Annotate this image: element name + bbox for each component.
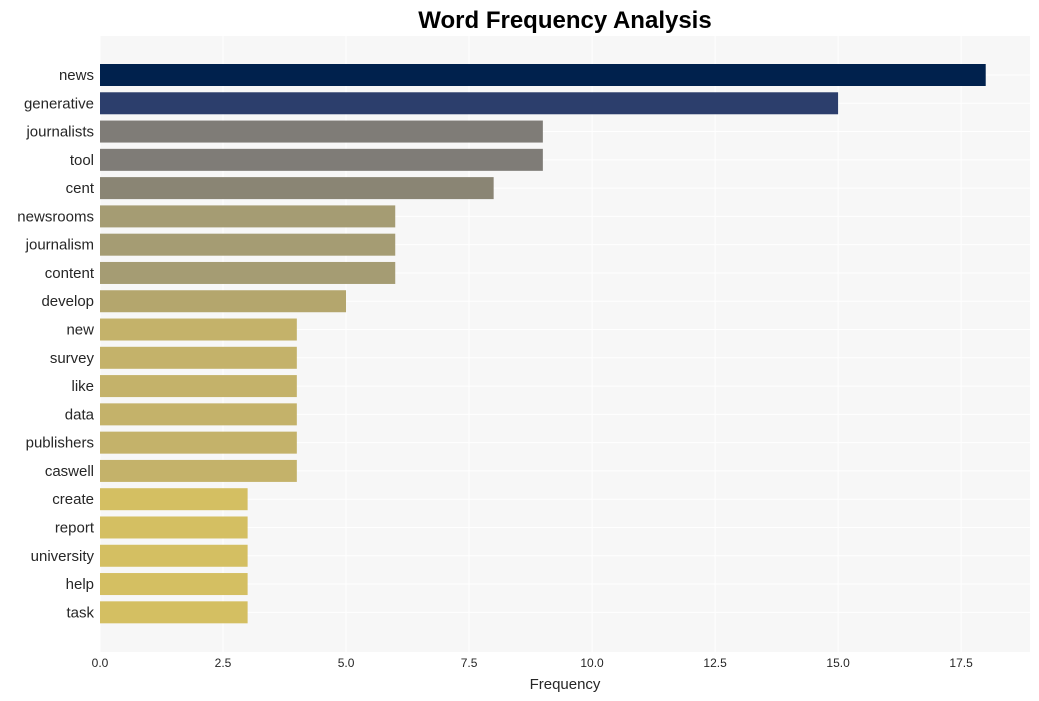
y-tick-label: report xyxy=(55,519,95,536)
y-tick-label: develop xyxy=(41,293,94,310)
bar-develop xyxy=(100,290,347,313)
y-tick-label: news xyxy=(59,67,94,84)
x-tick-label: 2.5 xyxy=(215,656,232,670)
bar-like xyxy=(100,375,297,398)
y-tick-label: cent xyxy=(66,180,95,197)
bar-new xyxy=(100,318,297,341)
bar-data xyxy=(100,403,297,426)
y-tick-label: data xyxy=(65,406,95,423)
bar-cent xyxy=(100,177,494,200)
y-tick-label: university xyxy=(31,548,95,565)
x-tick-label: 15.0 xyxy=(826,656,850,670)
y-tick-label: survey xyxy=(50,350,95,367)
y-tick-label: like xyxy=(71,378,94,395)
x-tick-label: 17.5 xyxy=(949,656,973,670)
y-tick-label: journalists xyxy=(25,124,94,141)
x-tick-label: 12.5 xyxy=(703,656,727,670)
bar-newsrooms xyxy=(100,205,396,228)
bar-help xyxy=(100,573,248,596)
y-tick-label: generative xyxy=(24,95,94,112)
bar-journalists xyxy=(100,120,543,143)
bar-task xyxy=(100,601,248,624)
bar-chart: Word Frequency Analysis news generative jo… xyxy=(17,7,1030,693)
x-tick-label: 0.0 xyxy=(92,656,109,670)
bar-university xyxy=(100,544,248,567)
y-tick-label: new xyxy=(66,322,94,339)
y-tick-label: task xyxy=(66,604,94,621)
bar-create xyxy=(100,488,248,511)
y-axis-tick-labels: news generative journalists tool cent newsroo… xyxy=(17,67,95,621)
y-tick-label: publishers xyxy=(26,435,94,452)
chart-title: Word Frequency Analysis xyxy=(418,7,711,34)
y-tick-label: caswell xyxy=(45,463,94,480)
bar-report xyxy=(100,516,248,539)
bar-caswell xyxy=(100,459,297,482)
bar-tool xyxy=(100,148,543,171)
x-tick-label: 10.0 xyxy=(580,656,604,670)
bar-content xyxy=(100,261,396,284)
y-tick-label: tool xyxy=(70,152,94,169)
y-tick-label: journalism xyxy=(25,237,94,254)
bar-journalism xyxy=(100,233,396,256)
y-tick-label: newsrooms xyxy=(17,208,94,225)
bar-news xyxy=(100,64,986,86)
y-tick-label: create xyxy=(52,491,94,508)
y-tick-label: content xyxy=(45,265,95,282)
bar-survey xyxy=(100,346,297,369)
bar-generative xyxy=(100,92,839,115)
x-tick-label: 5.0 xyxy=(338,656,355,670)
bar-publishers xyxy=(100,431,297,454)
x-axis-label: Frequency xyxy=(530,676,601,693)
y-tick-label: help xyxy=(66,576,94,593)
x-tick-label: 7.5 xyxy=(461,656,478,670)
x-axis-tick-labels: 0.0 2.5 5.0 7.5 10.0 12.5 15.0 17.5 xyxy=(92,656,973,670)
